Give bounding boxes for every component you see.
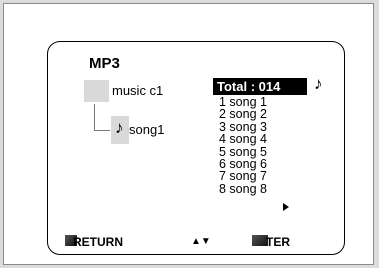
track-item[interactable]: 4 song 4 (219, 133, 267, 146)
music-note-icon: ♪ (115, 118, 124, 137)
folder-icon[interactable] (84, 80, 109, 102)
enter-button[interactable]: TER (252, 234, 302, 249)
tree-connector (94, 104, 110, 131)
return-label: RETURN (73, 235, 123, 249)
track-item[interactable]: 8 song 8 (219, 182, 267, 195)
track-item[interactable]: 7 song 7 (219, 170, 267, 183)
music-note-icon: ♪ (314, 74, 323, 93)
track-item[interactable]: 2 song 2 (219, 108, 267, 121)
next-page-arrow-icon[interactable] (283, 203, 289, 211)
panel-heading: MP3 (89, 55, 120, 72)
file-label[interactable]: song1 (129, 122, 164, 137)
up-down-arrows-icon: ▲▼ (191, 236, 211, 247)
enter-label: TER (266, 235, 290, 249)
mp3-browser-panel: MP3 music c1 ♪ song1 Total : 014 ♪ 1 son… (47, 41, 345, 255)
screen-frame: MP3 music c1 ♪ song1 Total : 014 ♪ 1 son… (3, 3, 374, 265)
track-list: 1 song 1 2 song 2 3 song 3 4 song 4 5 so… (219, 96, 267, 196)
folder-label[interactable]: music c1 (112, 83, 163, 98)
total-count-badge: Total : 014 (213, 78, 307, 95)
